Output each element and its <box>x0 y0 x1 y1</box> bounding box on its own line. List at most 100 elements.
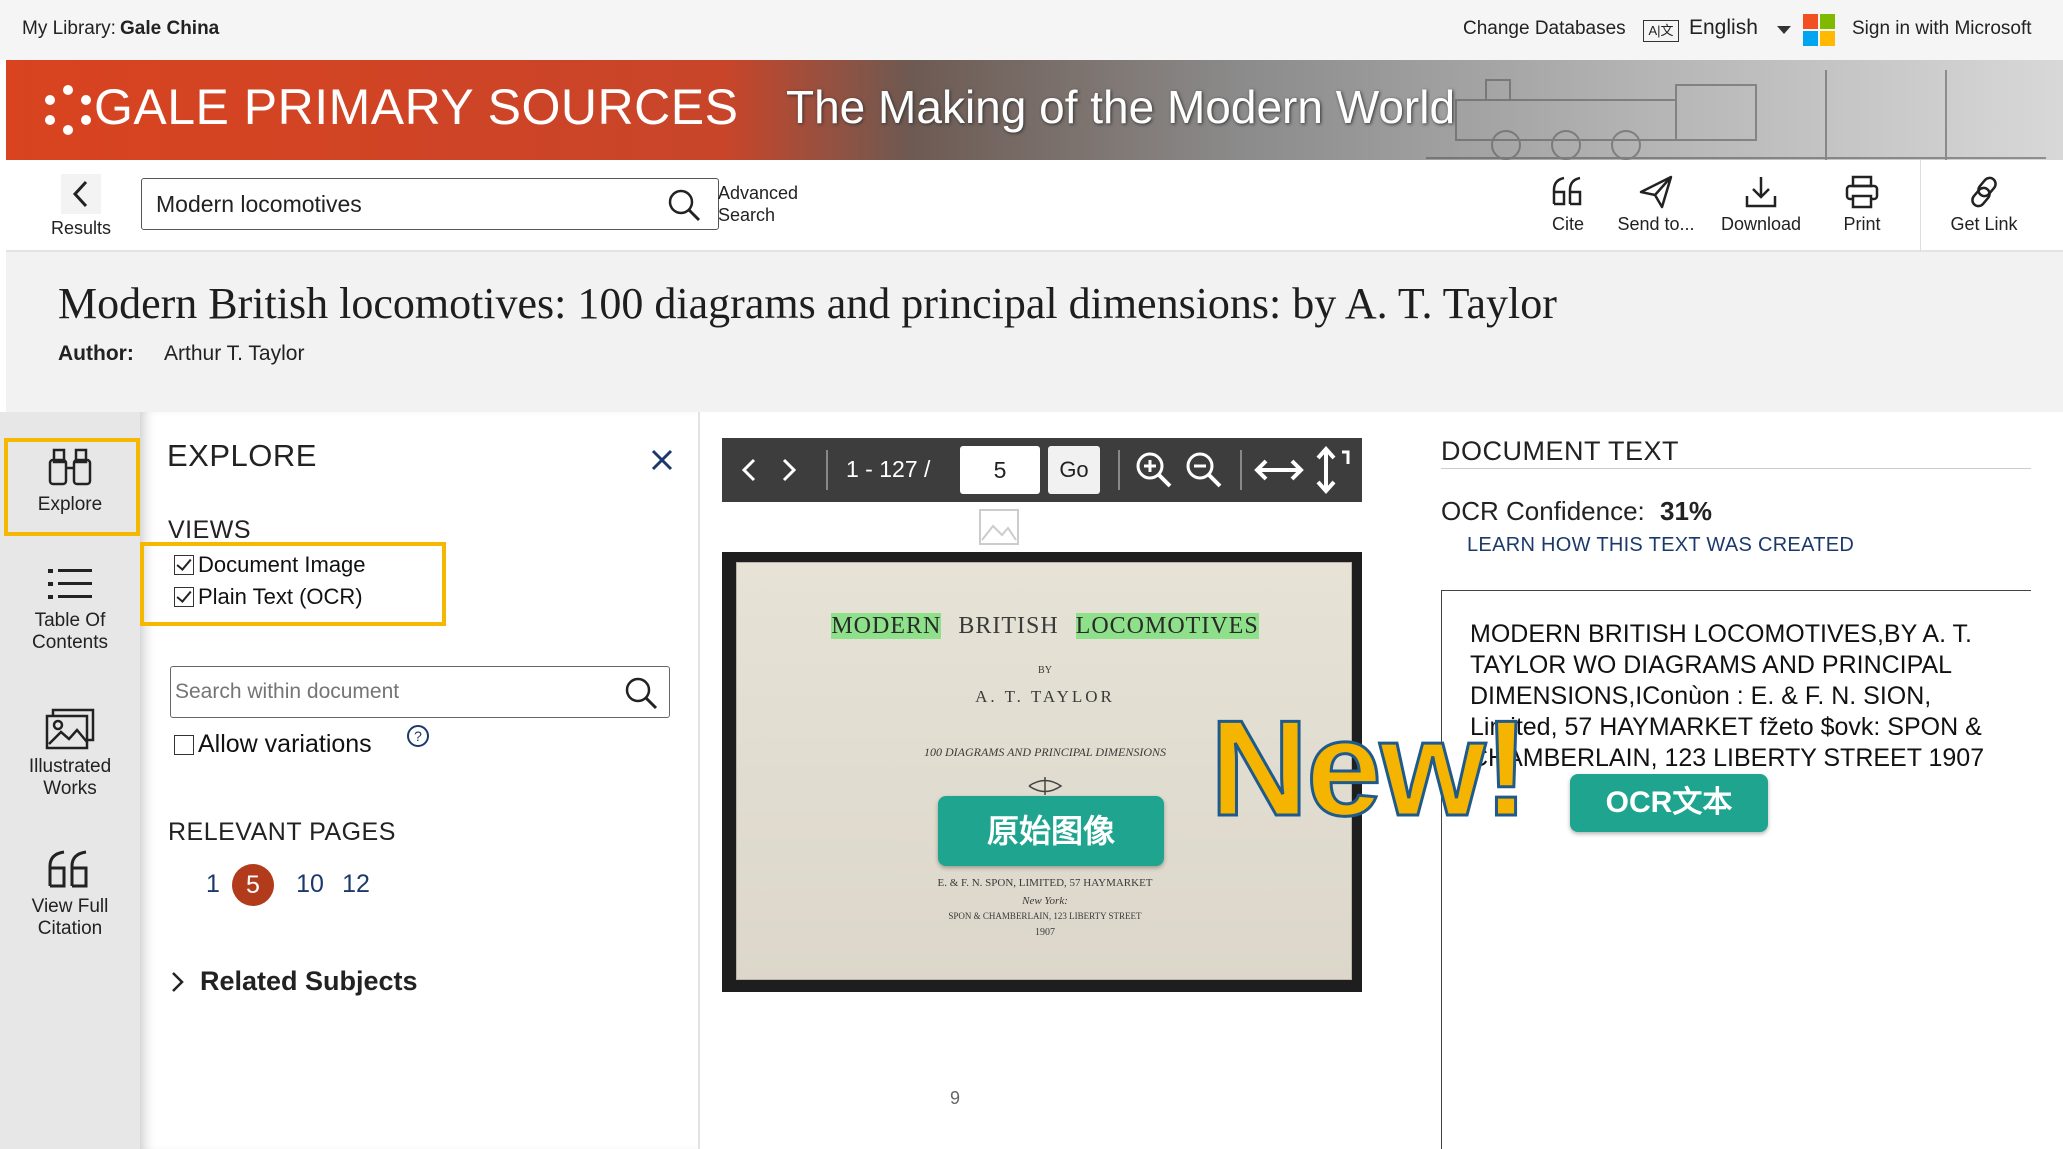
explore-highlight-box <box>4 438 140 536</box>
close-icon[interactable] <box>650 448 674 472</box>
image-thumbnail-icon[interactable] <box>978 508 1020 546</box>
scan-page-footer: 9 <box>950 1088 961 1108</box>
collection-name: The Making of the Modern World <box>786 81 1456 133</box>
rail-item-view-full-citation[interactable]: View Full Citation <box>0 848 140 940</box>
sign-in-link[interactable]: Sign in with Microsoft <box>1852 18 2032 40</box>
advanced-search-link[interactable]: Advanced Search <box>718 182 798 226</box>
ornament-icon <box>1028 777 1063 795</box>
get-link-button[interactable]: Get Link <box>1946 174 2022 235</box>
link-icon <box>1971 176 1997 208</box>
search-within-input[interactable] <box>175 677 615 707</box>
ocr-text-box: MODERN BRITISH LOCOMOTIVES,BY A. T. TAYL… <box>1441 590 2031 1149</box>
ocr-text-pill: OCR文本 <box>1570 774 1768 832</box>
chevron-right-icon <box>172 971 184 992</box>
scan-title-word: BRITISH <box>958 613 1059 639</box>
cite-button[interactable]: Cite <box>1536 174 1600 235</box>
page-number-input[interactable] <box>960 446 1040 494</box>
chevron-down-icon <box>1777 26 1791 34</box>
viewer-toolbar: 1 - 127 / Go <box>722 438 1362 502</box>
relevant-page-link[interactable]: 1 <box>198 870 228 899</box>
locomotive-illustration-icon <box>1426 70 2046 160</box>
scan-year: 1907 <box>1035 927 1055 938</box>
checkbox-unchecked-icon <box>174 734 194 755</box>
results-label: Results <box>50 218 112 238</box>
brand-name[interactable]: GALE PRIMARY SOURCES <box>94 78 738 136</box>
document-toolbar: Results Advanced Search Cite Send to... … <box>6 160 2063 252</box>
library-label: My Library: <box>22 18 116 39</box>
paper-plane-icon <box>1639 175 1673 209</box>
author-name[interactable]: Arthur T. Taylor <box>164 342 304 366</box>
toolbar-divider <box>1920 160 1921 252</box>
allow-variations-checkbox[interactable]: Allow variations <box>174 730 372 759</box>
next-page-icon[interactable] <box>774 454 804 486</box>
scan-title: MODERN BRITISH LOCOMOTIVES <box>737 613 1353 640</box>
new-badge: New! <box>1209 692 1531 844</box>
views-highlight-box <box>140 542 446 626</box>
relevant-page-current[interactable]: 5 <box>232 864 274 906</box>
ocr-confidence-label: OCR Confidence: <box>1441 496 1645 526</box>
back-to-results-button[interactable]: Results <box>48 174 114 239</box>
help-icon[interactable]: ? <box>406 724 430 748</box>
send-to-label: Send to... <box>1617 214 1695 234</box>
advanced-search-line1: Advanced <box>718 183 799 203</box>
related-subjects-toggle[interactable]: Related Subjects <box>168 966 418 997</box>
ocr-text-body: MODERN BRITISH LOCOMOTIVES,BY A. T. TAYL… <box>1470 620 1985 772</box>
print-button[interactable]: Print <box>1832 174 1892 235</box>
original-image-pill: 原始图像 <box>938 796 1164 866</box>
scan-publisher: E. & F. N. SPON, LIMITED, 57 HAYMARKET <box>937 877 1153 889</box>
advanced-search-line2: Search <box>718 205 776 225</box>
scan-publisher-us: SPON & CHAMBERLAIN, 123 LIBERTY STREET <box>948 911 1142 921</box>
explore-heading: EXPLORE <box>167 438 317 473</box>
viewer-divider <box>826 450 828 490</box>
heading-divider <box>1441 468 2031 469</box>
search-input[interactable] <box>156 189 656 219</box>
toc-label-line2: Contents <box>31 632 109 653</box>
search-icon[interactable] <box>623 675 659 711</box>
fit-height-icon[interactable] <box>1314 444 1354 496</box>
microsoft-logo-icon <box>1803 14 1835 46</box>
chevron-left-icon <box>61 174 101 214</box>
svg-text:?: ? <box>414 728 422 744</box>
document-title: Modern British locomotives: 100 diagrams… <box>58 279 1557 328</box>
translate-icon: A|文 <box>1643 20 1679 42</box>
image-gallery-icon <box>45 708 95 750</box>
allow-variations-label: Allow variations <box>198 730 372 758</box>
cite-label: Cite <box>1551 214 1584 234</box>
viewer-divider <box>1118 450 1120 490</box>
zoom-in-icon[interactable] <box>1134 450 1174 490</box>
document-header: Modern British locomotives: 100 diagrams… <box>6 252 2063 412</box>
search-icon[interactable] <box>666 187 702 223</box>
download-icon <box>1745 177 1777 208</box>
document-text-heading: DOCUMENT TEXT <box>1441 436 1680 466</box>
zoom-out-icon[interactable] <box>1184 450 1224 490</box>
change-databases-link[interactable]: Change Databases <box>1463 18 1626 40</box>
language-selector[interactable]: English <box>1689 16 1758 40</box>
page-range: 1 - 127 / <box>846 456 931 482</box>
send-to-button[interactable]: Send to... <box>1616 174 1696 235</box>
learn-how-link[interactable]: LEARN HOW THIS TEXT WAS CREATED <box>1467 534 1854 557</box>
relevant-pages-heading: RELEVANT PAGES <box>168 818 396 846</box>
citation-label-line1: View Full <box>31 896 109 917</box>
download-button[interactable]: Download <box>1716 174 1806 235</box>
rail-item-illustrated-works[interactable]: Illustrated Works <box>0 708 140 800</box>
previous-page-icon[interactable] <box>734 454 764 486</box>
gale-logo-icon <box>45 85 91 135</box>
library-name[interactable]: Gale China <box>120 18 219 40</box>
relevant-page-link[interactable]: 12 <box>336 870 376 899</box>
relevant-page-link[interactable]: 10 <box>290 870 330 899</box>
quote-icon <box>48 850 88 888</box>
search-bar <box>141 178 719 230</box>
search-within-document <box>170 666 670 718</box>
download-label: Download <box>1720 214 1802 234</box>
banner: GALE PRIMARY SOURCES The Making of the M… <box>6 60 2063 160</box>
print-label: Print <box>1843 214 1881 234</box>
illustrated-label-line1: Illustrated <box>28 756 112 777</box>
scan-by: BY <box>1038 665 1052 676</box>
printer-icon <box>1845 175 1879 209</box>
explore-panel: EXPLORE VIEWS Document Image Plain Text … <box>140 412 700 1149</box>
scan-title-word: LOCOMOTIVES <box>1075 613 1259 639</box>
go-button[interactable]: Go <box>1048 446 1100 494</box>
fit-width-icon[interactable] <box>1252 452 1306 488</box>
rail-item-table-of-contents[interactable]: Table Of Contents <box>0 564 140 654</box>
ocr-confidence-value: 31% <box>1660 496 1713 526</box>
